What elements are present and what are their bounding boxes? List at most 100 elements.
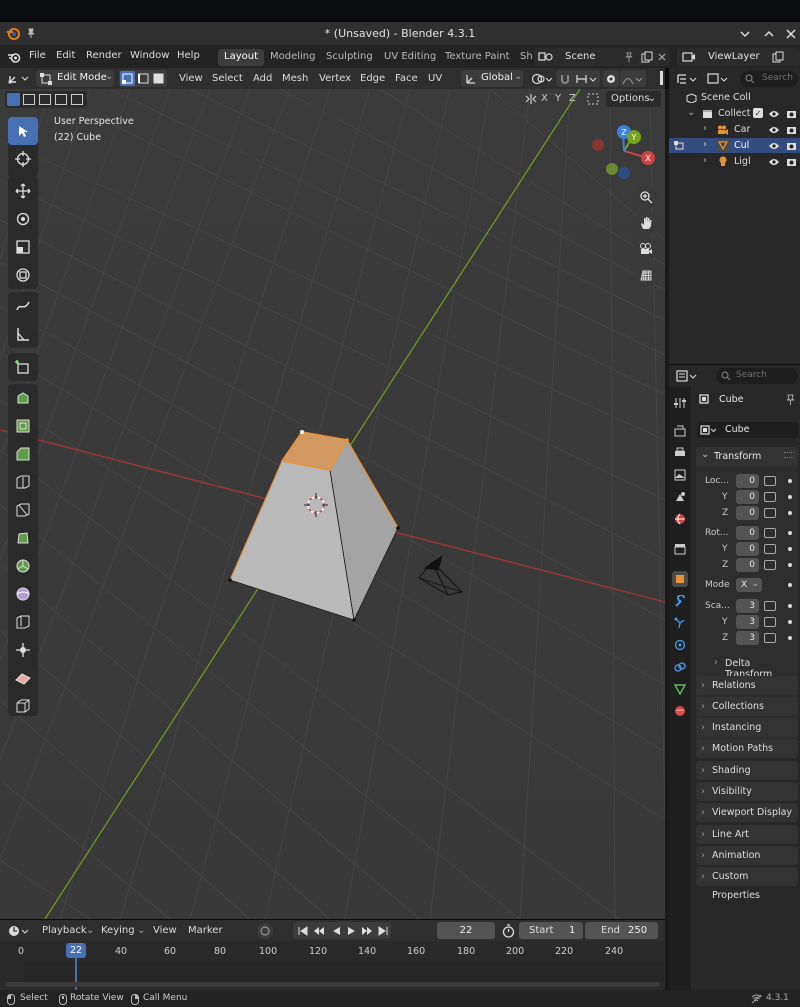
add-cube-tool[interactable] (8, 353, 38, 381)
zoom-icon[interactable] (634, 185, 658, 209)
menu-render[interactable]: Render (86, 50, 122, 61)
outliner-row-collection[interactable]: ⌄ Collect ✓ (669, 106, 800, 121)
tab-sculpting[interactable]: Sculpting (320, 49, 379, 66)
annotate-tool[interactable] (8, 292, 38, 320)
gizmo-y-axis[interactable]: Y (627, 130, 641, 144)
scene-properties-icon[interactable] (672, 489, 688, 505)
close-icon[interactable] (784, 27, 798, 41)
rotation-x-field[interactable]: 0 (736, 526, 759, 540)
editor-type-selector[interactable] (7, 71, 31, 87)
pan-hand-icon[interactable] (634, 211, 658, 235)
render-camera-icon[interactable] (785, 108, 797, 119)
snap-target-icon[interactable] (574, 70, 600, 87)
playhead-frame-indicator[interactable]: 22 (66, 943, 86, 958)
keyframe-dot-icon[interactable] (788, 563, 792, 567)
select-intersect-icon[interactable] (71, 94, 83, 105)
menu-help[interactable]: Help (177, 50, 200, 61)
mode-dropdown[interactable]: Edit Mode ⌄ (36, 70, 114, 87)
chevron-right-icon[interactable]: › (703, 139, 707, 150)
edge-select-icon[interactable] (136, 71, 151, 86)
falloff-curve-icon[interactable] (620, 70, 646, 87)
select-invert-icon[interactable] (55, 94, 67, 105)
gizmo-x-axis[interactable]: X (641, 151, 655, 165)
rotation-y-field[interactable]: 0 (736, 542, 759, 556)
menu-view[interactable]: View (179, 71, 203, 87)
start-frame-field[interactable]: Start 1 (519, 922, 583, 939)
outliner-row-scene-collection[interactable]: Scene Coll (669, 90, 800, 105)
keyframe-dot-icon[interactable] (788, 583, 792, 587)
mirror-axis-x[interactable]: X (541, 93, 548, 104)
rip-region-tool[interactable] (8, 692, 38, 720)
keyframe-dot-icon[interactable] (788, 531, 792, 535)
outliner-row-camera[interactable]: › Car (669, 122, 800, 137)
constraints-icon[interactable] (672, 659, 688, 675)
jump-to-keyframe-forward-icon[interactable] (360, 924, 373, 937)
particles-icon[interactable] (672, 615, 688, 631)
timeline-track-area[interactable] (24, 961, 664, 983)
menu-select[interactable]: Select (212, 71, 243, 87)
select-box-mode-icon[interactable] (7, 93, 20, 106)
jump-to-end-icon[interactable] (376, 924, 389, 937)
edit-mode-toggle-icon[interactable] (673, 140, 687, 151)
keyframe-dot-icon[interactable] (788, 495, 792, 499)
menu-marker[interactable]: Marker (188, 923, 223, 939)
rotation-mode-dropdown[interactable]: X ⌄ (736, 578, 762, 592)
area-divider[interactable] (665, 89, 669, 990)
options-dropdown[interactable]: Options ⌄ (606, 91, 661, 107)
tab-modeling[interactable]: Modeling (264, 49, 322, 66)
mirror-icon[interactable] (524, 92, 538, 106)
chevron-right-icon[interactable]: › (703, 155, 707, 166)
modifier-wrench-icon[interactable] (672, 593, 688, 609)
play-icon[interactable] (345, 924, 358, 937)
panel-visibility[interactable]: › Visibility (696, 782, 798, 801)
header-overflow-icon[interactable] (660, 71, 663, 85)
lock-icon[interactable] (764, 508, 776, 518)
mesh-data-icon[interactable] (672, 681, 688, 697)
timeline-scrollbar[interactable] (5, 982, 660, 987)
timeline-ruler[interactable]: 0 40 60 80 100 120 140 160 180 200 220 2… (0, 941, 665, 961)
menu-playback[interactable]: Playback (42, 923, 87, 939)
tab-texture-paint[interactable]: Texture Paint (439, 49, 516, 66)
panel-line-art[interactable]: › Line Art (696, 825, 798, 844)
tool-settings-icon[interactable] (672, 395, 688, 411)
menu-uv[interactable]: UV (428, 71, 442, 87)
location-x-field[interactable]: 0 (736, 474, 759, 488)
object-name-field[interactable]: Cube (697, 422, 798, 438)
physics-icon[interactable] (672, 637, 688, 653)
snap-magnet-icon[interactable] (556, 70, 574, 87)
menu-timeline-view[interactable]: View (153, 923, 177, 939)
proportional-edit-icon[interactable] (603, 70, 619, 87)
render-properties-icon[interactable] (672, 423, 688, 439)
loop-cut-tool[interactable] (8, 468, 38, 496)
panel-instancing[interactable]: › Instancing (696, 718, 798, 737)
inset-tool[interactable] (8, 412, 38, 440)
outliner-editor-type-icon[interactable] (675, 71, 699, 87)
material-icon[interactable] (672, 703, 688, 719)
panel-animation[interactable]: › Animation (696, 846, 798, 865)
outliner-row-light[interactable]: › Ligl (669, 154, 800, 169)
menu-edit[interactable]: Edit (56, 50, 75, 61)
render-camera-icon[interactable] (785, 124, 797, 135)
eye-icon[interactable] (768, 156, 780, 167)
extrude-tool[interactable] (8, 384, 38, 412)
panel-custom-properties[interactable]: › Custom Properties (696, 867, 798, 901)
menu-keying[interactable]: Keying (101, 923, 135, 939)
rotate-tool[interactable] (8, 205, 38, 233)
smooth-tool[interactable] (8, 580, 38, 608)
edge-slide-tool[interactable] (8, 608, 38, 636)
object-data-browse-icon[interactable] (700, 424, 718, 436)
end-frame-field[interactable]: End 250 (585, 922, 658, 939)
scene-selector[interactable]: Scene (534, 48, 670, 66)
new-view-layer-icon[interactable] (771, 50, 785, 64)
keyframe-dot-icon[interactable] (788, 604, 792, 608)
eye-icon[interactable] (768, 140, 780, 151)
transform-tool[interactable] (8, 261, 38, 289)
tab-layout[interactable]: Layout (218, 49, 264, 66)
blender-menu-icon[interactable] (7, 50, 21, 64)
panel-motion-paths[interactable]: › Motion Paths (696, 739, 798, 758)
display-mode-icon[interactable] (705, 71, 731, 87)
mirror-axis-z[interactable]: Z (569, 93, 576, 104)
checkbox-icon[interactable]: ✓ (753, 108, 763, 118)
move-tool[interactable] (8, 177, 38, 205)
menu-add[interactable]: Add (253, 71, 272, 87)
